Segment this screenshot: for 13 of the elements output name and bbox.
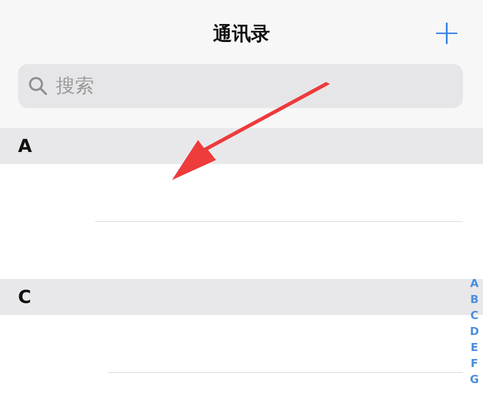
section-letter: A	[18, 136, 32, 156]
index-letter[interactable]: E	[470, 340, 478, 356]
index-letter[interactable]: F	[470, 356, 478, 372]
search-field[interactable]: 搜索	[18, 64, 463, 108]
index-letter[interactable]: D	[470, 324, 479, 340]
index-letter[interactable]: A	[470, 276, 479, 292]
screen-title: 通讯录	[213, 22, 270, 47]
index-letter[interactable]: C	[470, 308, 478, 324]
index-letter[interactable]: B	[470, 292, 479, 308]
search-icon	[28, 76, 48, 96]
section-letter: C	[18, 286, 32, 308]
index-letter[interactable]: G	[470, 372, 479, 388]
add-button[interactable]: +	[430, 16, 463, 50]
